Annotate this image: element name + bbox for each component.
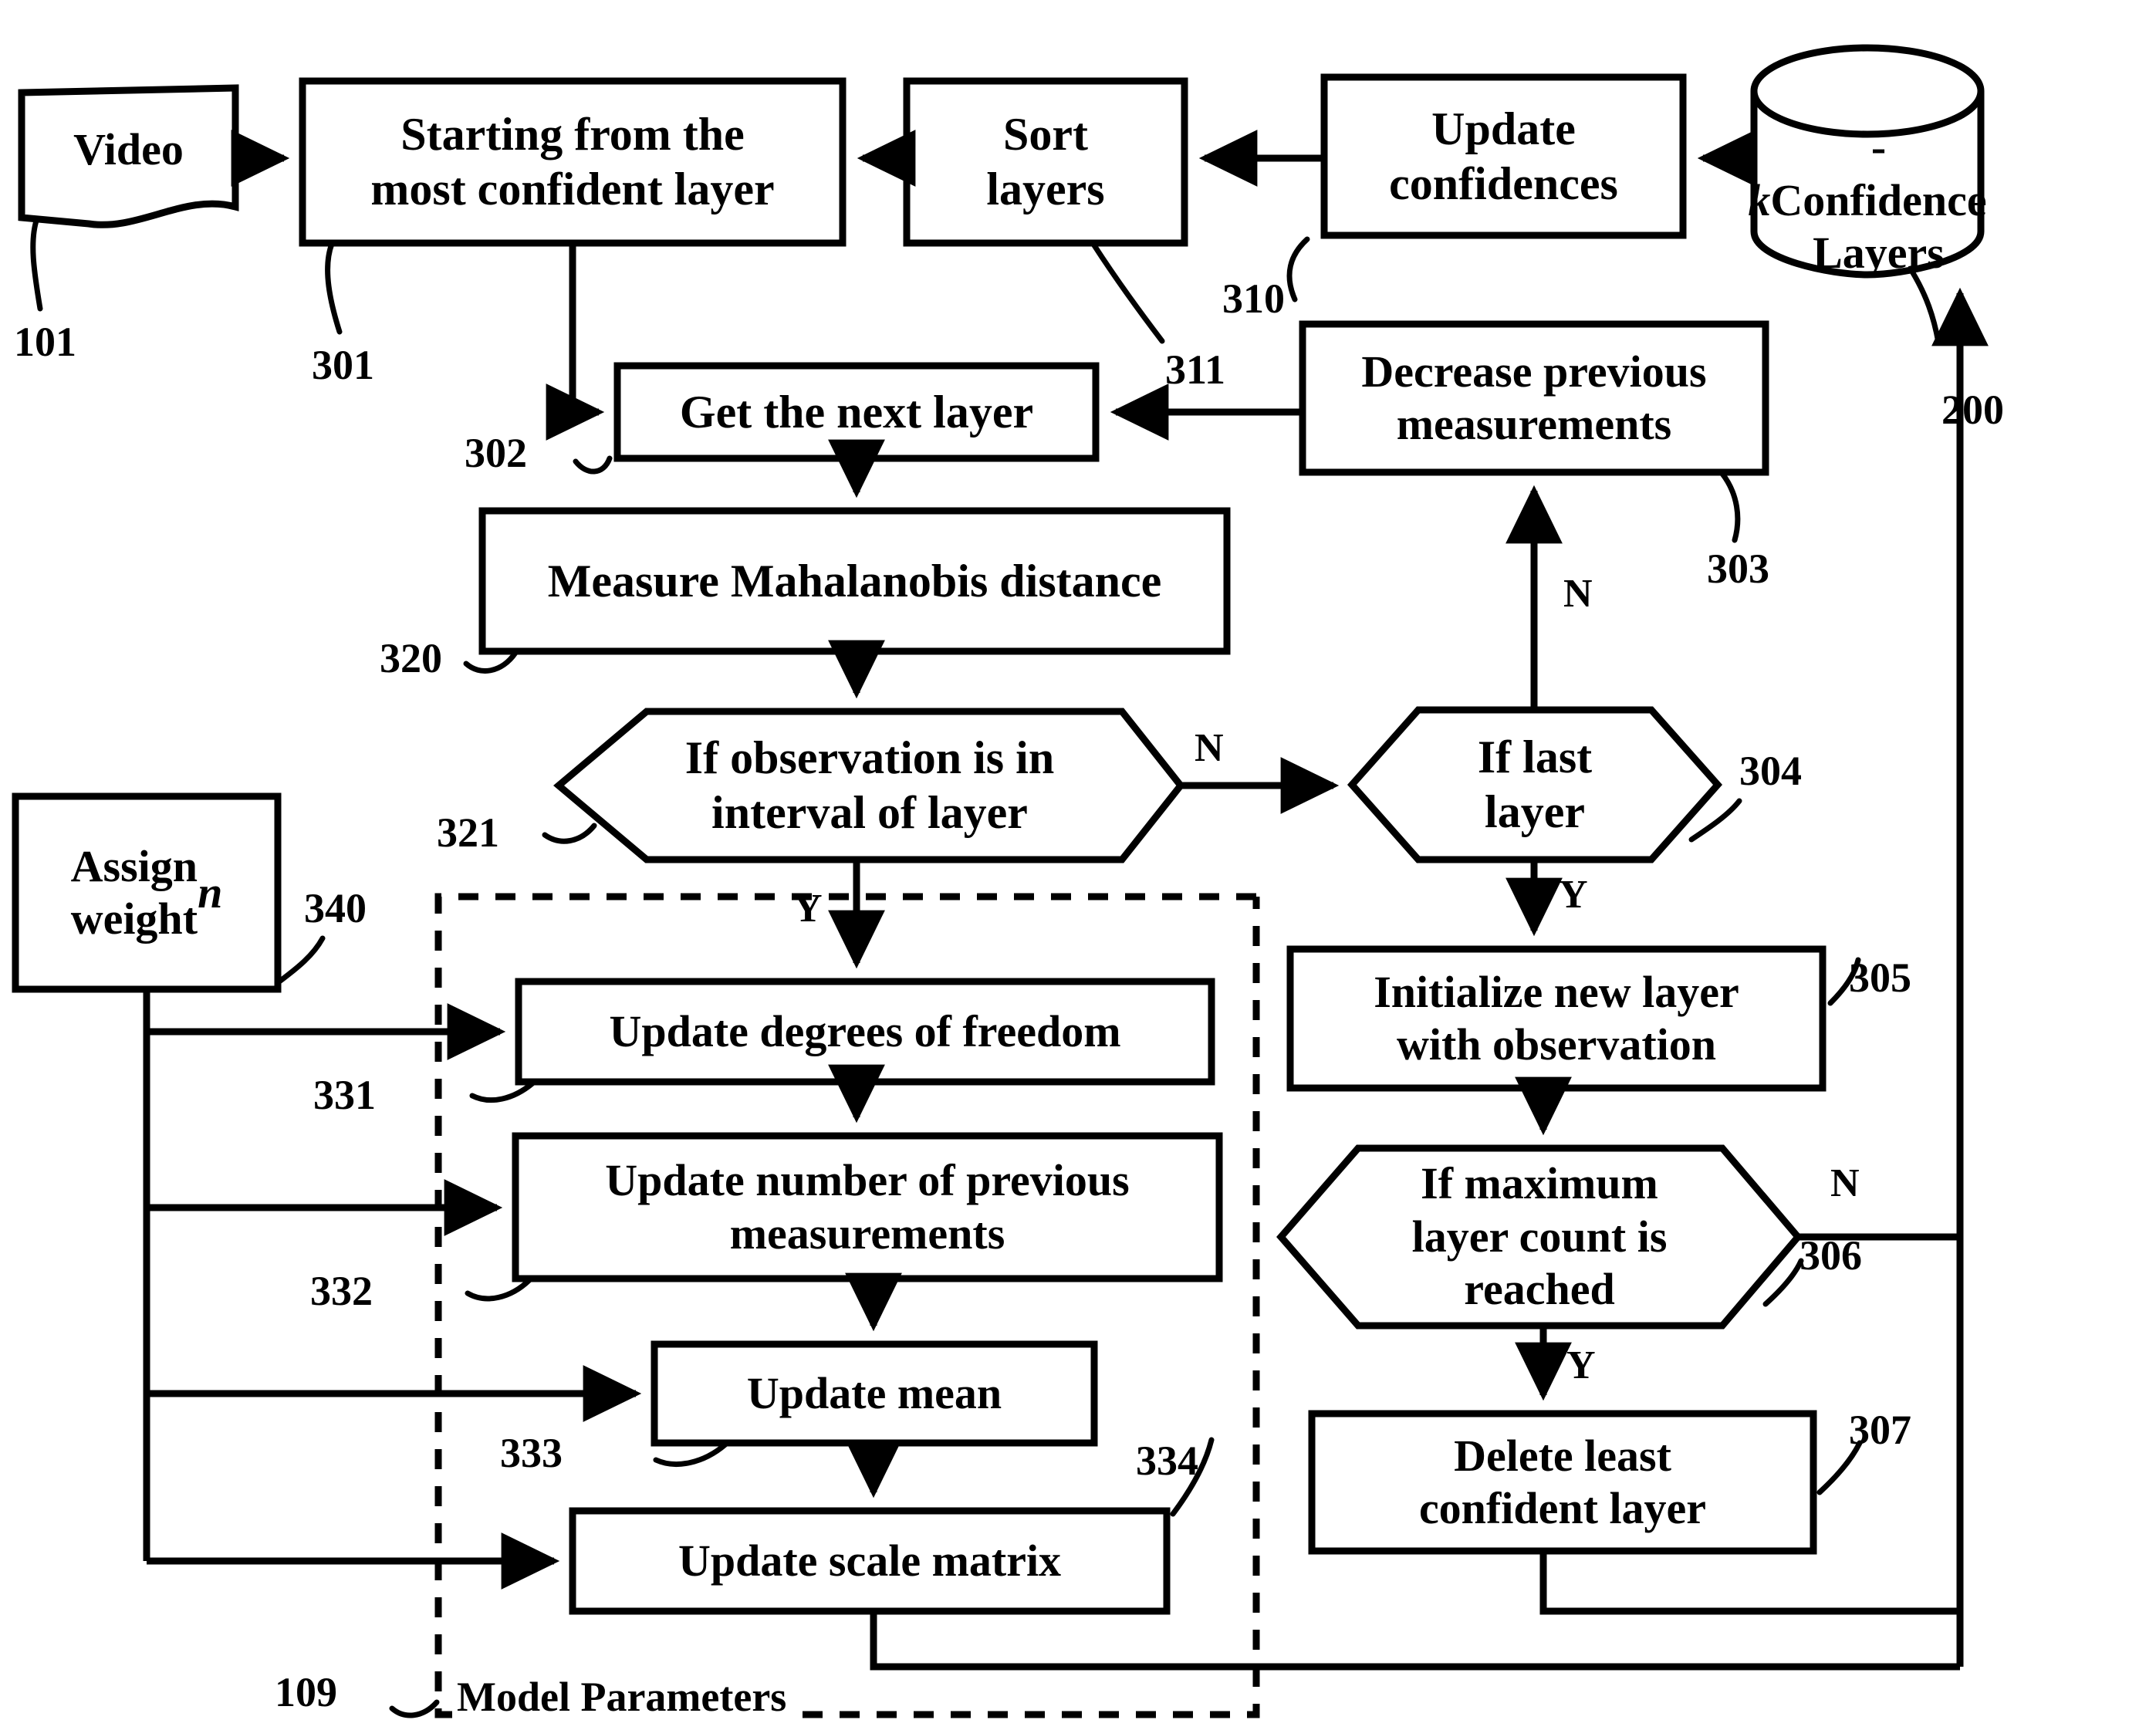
node-update-dof-shape [515,978,1215,1086]
leader-311 [1091,242,1165,344]
node-measure-maha-shape [478,507,1231,655]
ref-304: 304 [1739,748,1802,794]
edge-start-to-getnext [546,243,605,441]
model-parameters-label: Model Parameters [452,1673,792,1721]
ref-301: 301 [312,342,374,388]
leader-109 [389,1699,440,1718]
node-init-new-layer-shape [1286,945,1827,1092]
edge-ifmax-no-to-klayers [1798,1233,1964,1522]
leader-340 [276,935,326,985]
node-sort-layers-shape [903,77,1188,247]
leader-321 [542,823,597,844]
edge-label-interval-no: N [1195,726,1224,770]
node-start-layer-shape [299,77,847,247]
node-update-mean-shape [651,1340,1098,1447]
leader-303 [1719,471,1741,543]
ref-332: 332 [310,1268,373,1314]
ref-109: 109 [275,1669,337,1715]
node-delete-least-shape [1308,1410,1817,1555]
node-decrease-prev-shape [1299,320,1769,476]
node-update-confidences-shape [1320,73,1687,239]
model-parameters-group-border [434,893,1260,1718]
node-if-last-layer-shape [1347,706,1723,863]
edge-label-last-layer-yes: Y [1559,873,1588,917]
ref-101: 101 [14,319,76,365]
ref-310: 310 [1222,275,1285,322]
ref-311: 311 [1165,346,1226,393]
patent-figure: Video Starting from the most confident l… [0,0,2156,1730]
edge-label-last-layer-no: N [1563,572,1593,616]
leader-301 [325,241,343,335]
node-k-layers-top [1750,44,1985,138]
edge-modelparams-to-rightbus [870,1611,1960,1671]
leader-101 [30,215,43,312]
node-if-in-interval-shape [553,708,1185,863]
ref-307: 307 [1849,1407,1911,1453]
flowchart-canvas [12,44,1989,1718]
ref-305: 305 [1849,955,1911,1001]
leader-320 [463,650,519,674]
ref-333: 333 [500,1430,563,1476]
edge-label-interval-yes: Y [793,887,823,931]
ref-303: 303 [1707,546,1769,592]
node-update-scale-shape [569,1507,1171,1615]
leader-332 [465,1277,532,1302]
node-video-shape [18,84,239,228]
node-update-num-prev-shape [512,1132,1223,1282]
edge-label-max-count-yes: Y [1566,1343,1596,1387]
ref-321: 321 [437,809,499,856]
ref-306: 306 [1799,1232,1862,1279]
node-get-next-layer-shape [613,362,1100,462]
ref-200: 200 [1941,387,2004,433]
leader-200 [1909,269,1941,346]
node-assign-weight-shape [12,792,282,993]
edge-delete-to-rightbus [1539,1551,1960,1615]
ref-331: 331 [313,1072,376,1118]
node-if-max-count-shape [1276,1144,1803,1330]
ref-334: 334 [1136,1438,1198,1484]
edge-label-max-count-no: N [1830,1161,1860,1205]
ref-320: 320 [380,635,442,681]
leader-310 [1286,236,1310,302]
leader-302 [573,455,613,475]
ref-340: 340 [304,885,367,931]
ref-302: 302 [465,430,527,476]
leader-333 [653,1441,728,1467]
leader-331 [469,1080,536,1103]
